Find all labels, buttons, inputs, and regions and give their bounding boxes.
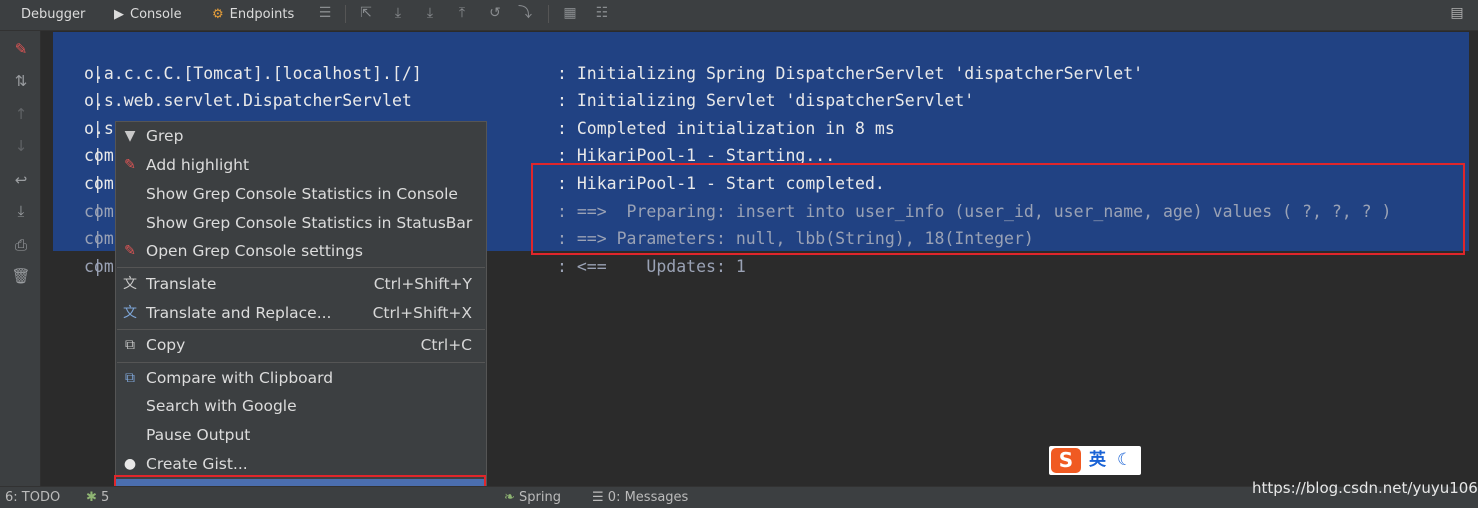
ime-indicator[interactable]: S 英 ☾ [1049,446,1141,475]
menu-item-translate[interactable]: 文 Translate Ctrl+Shift+Y [116,270,486,298]
print-icon[interactable]: ⎙ [11,235,31,255]
tab-console-label: Console [130,7,182,22]
console-line-sql[interactable]: | com.: ==> Preparing: insert into user_i… [53,170,1391,221]
evaluate-icon[interactable]: ▦ [561,4,579,22]
sql-annotation-box [531,163,1465,255]
sort-icon[interactable]: ⇅ [11,71,31,91]
compare-icon: ⧉ [125,370,135,386]
menu-icon[interactable]: ☰ [316,4,334,22]
tab-debugger[interactable]: Debugger [21,0,85,30]
console-line[interactable]: | o.a.c.c.C.[Tomcat].[localhost].[/]: Ini… [53,32,1143,83]
sogou-logo-icon: S [1051,448,1081,473]
soft-wrap-icon[interactable]: ↩ [11,170,31,190]
menu-item-compare-clipboard[interactable]: ⧉ Compare with Clipboard [116,364,486,392]
moon-icon: ☾ [1117,450,1133,470]
debug-tab[interactable]: ✱ 5 [86,487,109,508]
context-menu: ▼ Grep ✎ Add highlight Show Grep Console… [115,121,487,507]
menu-item-grep[interactable]: ▼ Grep [116,122,486,150]
tab-endpoints[interactable]: ⚙ Endpoints [212,0,294,30]
menu-item-pause-output[interactable]: Pause Output [116,421,486,449]
trace-icon[interactable]: ☷ [593,4,611,22]
copy-icon: ⧉ [125,337,135,353]
spring-tab[interactable]: ❧ Spring [504,487,561,508]
show-execution-point-icon[interactable]: ⇱ [357,4,375,22]
highlighter-icon: ✎ [124,243,136,259]
console-line[interactable]: |o.s.web.servlet.DispatcherServlet: Comp… [53,87,895,138]
github-icon: ● [123,456,137,472]
translate-icon: 文 [123,276,137,292]
tab-endpoints-label: Endpoints [229,7,295,22]
console-line-sql[interactable]: | com.: ==> Parameters: null, lbb(String)… [53,198,1034,248]
highlighter-icon[interactable]: ✎ [11,39,31,59]
spring-leaf-icon: ❧ [504,490,515,505]
console-line[interactable]: | com.: HikariPool-1 - Start completed. [53,142,885,193]
menu-separator [117,362,485,363]
watermark: https://blog.csdn.net/yuyu1067 [1252,479,1478,497]
todo-tab[interactable]: 6: TODO [5,487,60,508]
console-icon: ▶ [114,7,124,22]
ime-language: 英 [1089,450,1106,470]
step-out-icon[interactable]: ⤒ [453,4,471,22]
trash-icon[interactable]: 🗑 [11,266,31,286]
bug-icon: ✱ [86,490,97,505]
console-line-sql[interactable]: | com.: <== Updates: 1 [53,225,746,276]
step-into-icon[interactable]: ⤓ [421,4,439,22]
menu-item-stats-statusbar[interactable]: Show Grep Console Statistics in StatusBa… [116,209,486,237]
up-arrow-icon[interactable]: ↑ [11,104,31,124]
endpoints-icon: ⚙ [212,7,224,22]
messages-tab[interactable]: ☰ 0: Messages [592,487,688,508]
tab-console[interactable]: ▶ Console [114,0,182,30]
down-arrow-icon[interactable]: ↓ [11,136,31,156]
scroll-to-end-icon[interactable]: ⤓ [11,201,31,221]
messages-icon: ☰ [592,490,604,505]
run-to-cursor-icon[interactable]: ⤵ [516,4,534,22]
tool-window-tabbar: Debugger ▶ Console ⚙ Endpoints ☰ ⇱ ⤓ ⤓ ⤒ ↺… [0,0,1478,31]
menu-item-grep-settings[interactable]: ✎ Open Grep Console settings [116,237,486,265]
console-gutter: ✎ ⇅ ↑ ↓ ↩ ⤓ ⎙ 🗑 [0,31,41,486]
tab-debugger-label: Debugger [21,7,86,22]
menu-item-copy[interactable]: ⧉ Copy Ctrl+C [116,331,486,359]
step-over-icon[interactable]: ⤓ [389,4,407,22]
menu-separator [117,267,485,268]
menu-item-translate-replace[interactable]: 文 Translate and Replace... Ctrl+Shift+X [116,299,486,327]
toolbar-separator [345,5,346,23]
menu-item-search-google[interactable]: Search with Google [116,392,486,420]
menu-separator [117,329,485,330]
console-line[interactable]: | com.: HikariPool-1 - Starting... [53,115,835,165]
toolbar-separator [548,5,549,23]
highlighter-icon: ✎ [124,157,136,173]
menu-item-stats-console[interactable]: Show Grep Console Statistics in Console [116,180,486,208]
layout-icon[interactable]: ▤ [1448,4,1466,22]
console-line[interactable]: | o.s.web.servlet.DispatcherServlet: Init… [53,60,974,110]
filter-icon: ▼ [124,128,136,144]
translate-replace-icon: 文 [123,305,137,321]
menu-item-create-gist[interactable]: ● Create Gist... [116,450,486,478]
menu-item-add-highlight[interactable]: ✎ Add highlight [116,151,486,179]
drop-frame-icon[interactable]: ↺ [486,4,504,22]
